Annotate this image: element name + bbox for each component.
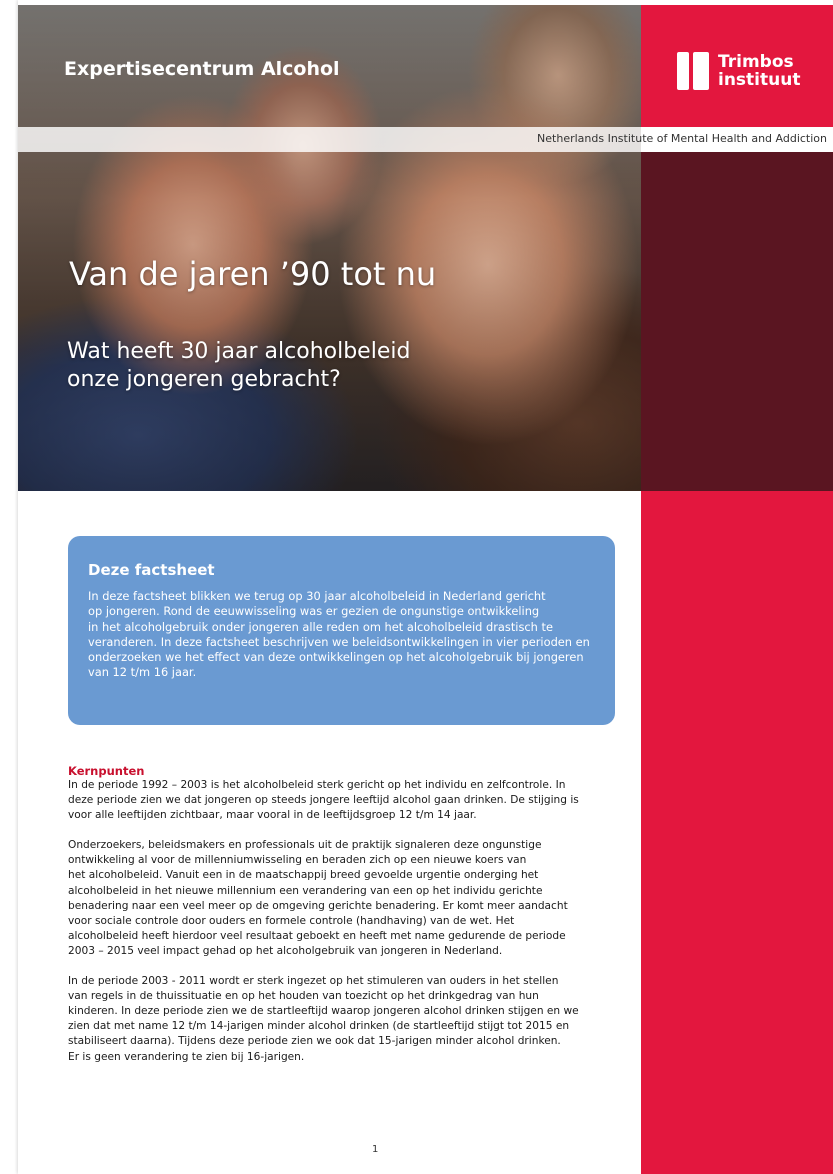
paragraph-line: alcoholbeleid in het nieuwe millennium e… <box>68 884 543 897</box>
paragraph-line: voor sociale controle door ouders en for… <box>68 914 515 927</box>
paragraph-line: kinderen. In deze periode zien we de sta… <box>68 1005 579 1018</box>
paragraph-line: ontwikkeling al voor de millenniumwissel… <box>68 854 527 867</box>
paragraph: In de periode 2003 - 2011 wordt er sterk… <box>68 974 628 1065</box>
paragraph-line: deze periode zien we dat jongeren op ste… <box>68 794 579 807</box>
logo-text: Trimbos instituut <box>718 53 800 89</box>
factsheet-heading: Deze factsheet <box>88 561 215 579</box>
paragraph-line: Er is geen verandering te zien bij 16-ja… <box>68 1050 305 1063</box>
logo-line1: Trimbos <box>718 52 794 72</box>
expertise-label: Expertisecentrum Alcohol <box>64 58 340 80</box>
paragraph-line: Onderzoekers, beleidsmakers en professio… <box>68 839 542 852</box>
logo-line2: instituut <box>718 70 801 90</box>
institute-tagline: Netherlands Institute of Mental Health a… <box>537 132 827 145</box>
paragraph-line: In de periode 1992 – 2003 is het alcohol… <box>68 779 566 791</box>
body-text: Kernpunten In de periode 1992 – 2003 is … <box>68 764 628 1080</box>
factsheet-line: In deze factsheet blikken we terug op 30… <box>88 589 546 603</box>
paragraph-line: zien dat met name 12 t/m 14-jarigen mind… <box>68 1020 570 1033</box>
logo-mark-icon <box>677 52 709 90</box>
paragraph: Onderzoekers, beleidsmakers en professio… <box>68 838 628 959</box>
paragraph-line: alcoholbeleid heeft hierdoor veel result… <box>68 929 566 942</box>
paragraph-line: stabiliseert daarna). Tijdens deze perio… <box>68 1035 561 1048</box>
trimbos-logo: Trimbos instituut <box>677 52 800 90</box>
paragraph-line: 2003 – 2015 veel impact gehad op het alc… <box>68 944 503 957</box>
factsheet-line: op jongeren. Rond de eeuwwisseling was e… <box>88 604 540 619</box>
paragraph-line: In de periode 2003 - 2011 wordt er sterk… <box>68 975 559 988</box>
factsheet-line: in het alcoholgebruik onder jongeren all… <box>88 619 553 634</box>
factsheet-line: veranderen. In deze factsheet beschrijve… <box>88 634 590 649</box>
paragraph: In de periode 1992 – 2003 is het alcohol… <box>68 778 628 823</box>
paragraph-line: van regels in de thuissituatie en op het… <box>68 990 539 1003</box>
page-number: 1 <box>372 1144 379 1155</box>
paragraph-line: voor alle leeftijden zichtbaar, maar voo… <box>68 809 477 822</box>
paragraph-line: het alcoholbeleid. Vanuit een in de maat… <box>68 869 539 882</box>
paragraph-line: benadering naar een veel meer op de omge… <box>68 899 568 912</box>
subtitle-line: onze jongeren gebracht? <box>67 367 341 392</box>
page-title: Van de jaren ’90 tot nu <box>69 255 437 293</box>
section-heading: Kernpunten <box>68 764 145 778</box>
factsheet-box: Deze factsheet In deze factsheet blikken… <box>68 536 615 725</box>
sidebar-red-panel <box>641 491 833 1174</box>
factsheet-line: van 12 t/m 16 jaar. <box>88 665 197 680</box>
subtitle-line: Wat heeft 30 jaar alcoholbeleid <box>67 339 411 364</box>
sidebar-dark-panel <box>641 152 833 491</box>
page-subtitle: Wat heeft 30 jaar alcoholbeleid onze jon… <box>67 338 537 394</box>
factsheet-line: onderzoeken we het effect van deze ontwi… <box>88 650 584 665</box>
